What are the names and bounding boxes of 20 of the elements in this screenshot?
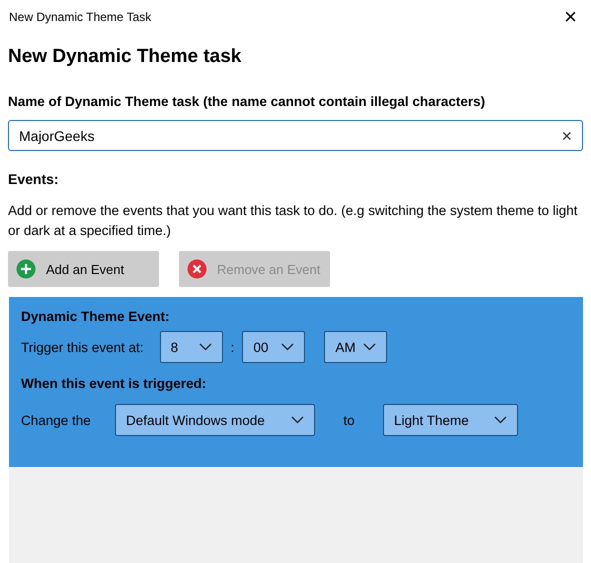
field-label: Name of Dynamic Theme task (the name cannot contain illegal characters) bbox=[8, 94, 486, 109]
change-label: Change the bbox=[21, 412, 92, 428]
trigger-label: Trigger this event at: bbox=[21, 340, 144, 354]
hour-dropdown[interactable]: 8 bbox=[160, 331, 223, 363]
section-title: Events: bbox=[8, 171, 60, 187]
action-title: When this event is triggered: bbox=[21, 376, 208, 391]
time-separator: : bbox=[230, 340, 234, 354]
minute-dropdown[interactable]: 00 bbox=[242, 331, 306, 363]
clear-button[interactable]: × bbox=[561, 126, 572, 144]
name-field[interactable]: MajorGeeks × bbox=[8, 120, 583, 151]
window-title: New Dynamic Theme Task bbox=[9, 10, 152, 24]
period-dropdown[interactable]: AM bbox=[324, 331, 388, 363]
section-description: Add or remove the events that you want this task to do. (e.g switching the system theme to light or dark at a specified time.) bbox=[8, 202, 579, 240]
event-title: Dynamic Theme Event: bbox=[21, 309, 171, 324]
to-label: to bbox=[342, 412, 356, 428]
target-dropdown[interactable]: Default Windows mode bbox=[115, 404, 315, 436]
theme-dropdown[interactable]: Light Theme bbox=[383, 404, 518, 436]
page-heading: New Dynamic Theme task bbox=[8, 46, 242, 68]
close-button[interactable]: × bbox=[558, 6, 583, 28]
add-event-button[interactable]: Add an Event bbox=[8, 251, 159, 287]
